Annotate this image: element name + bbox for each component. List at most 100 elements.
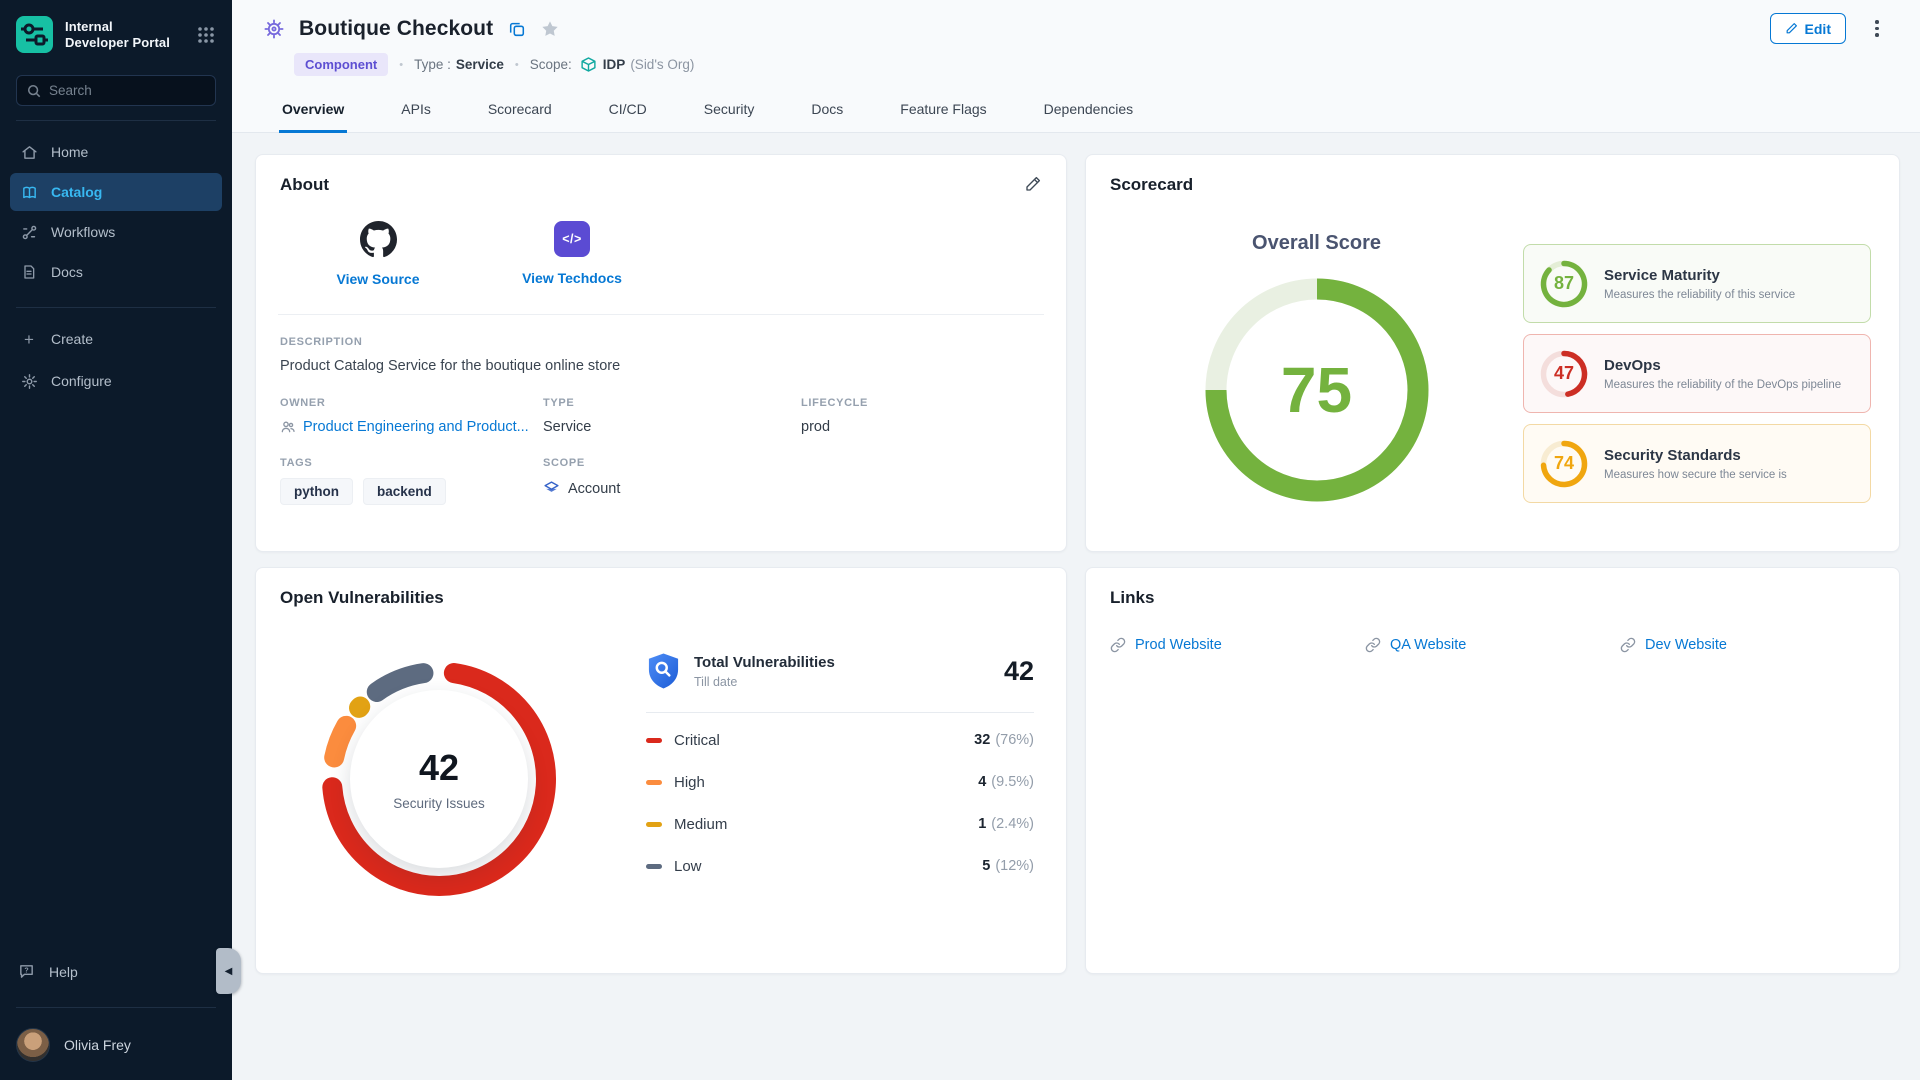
tab-bar: Overview APIs Scorecard CI/CD Security D… bbox=[232, 90, 1920, 133]
scorecard-item-security-standards[interactable]: 74 Security Standards Measures how secur… bbox=[1523, 424, 1871, 503]
vulnerabilities-heading: Open Vulnerabilities bbox=[280, 588, 1042, 608]
tab-cicd[interactable]: CI/CD bbox=[606, 90, 650, 133]
page-title: Boutique Checkout bbox=[299, 17, 493, 41]
view-techdocs-link[interactable]: </> View Techdocs bbox=[508, 221, 636, 287]
sidebar-item-docs[interactable]: Docs bbox=[10, 253, 222, 291]
home-icon bbox=[20, 143, 38, 161]
gear-icon bbox=[20, 372, 38, 390]
search-icon bbox=[27, 84, 41, 98]
avatar bbox=[16, 1028, 50, 1062]
view-source-link[interactable]: View Source bbox=[314, 221, 442, 287]
owner-group-icon bbox=[280, 419, 296, 435]
link-icon bbox=[1620, 637, 1636, 653]
sidebar-divider bbox=[16, 1007, 216, 1008]
star-icon[interactable] bbox=[541, 20, 559, 38]
page-header: Boutique Checkout Edit Component • bbox=[232, 0, 1920, 133]
owner-link[interactable]: Product Engineering and Product... bbox=[303, 419, 529, 435]
sidebar-item-home[interactable]: Home bbox=[10, 133, 222, 171]
owner-label: OWNER bbox=[280, 397, 543, 409]
high-swatch bbox=[646, 780, 662, 785]
vulnerabilities-card: Open Vulnerabilities 42 Security Issues bbox=[255, 567, 1067, 974]
legend-row-medium: Medium 1 (2.4%) bbox=[646, 803, 1034, 845]
devops-gauge: 47 bbox=[1538, 348, 1590, 400]
tab-security[interactable]: Security bbox=[701, 90, 758, 133]
sidebar-bottom: ? Help Olivia Frey bbox=[0, 957, 232, 1062]
search-input[interactable] bbox=[49, 83, 199, 98]
security-issues-label: Security Issues bbox=[393, 796, 485, 811]
help-icon: ? bbox=[18, 963, 36, 981]
till-date-label: Till date bbox=[694, 675, 835, 689]
medium-swatch bbox=[646, 822, 662, 827]
kebab-menu-icon[interactable] bbox=[1868, 16, 1886, 42]
copy-icon[interactable] bbox=[508, 20, 526, 38]
sidebar-item-configure[interactable]: Configure bbox=[10, 362, 222, 400]
critical-swatch bbox=[646, 738, 662, 743]
about-card: About View Source </> View Techdocs bbox=[255, 154, 1067, 552]
scorecard-item-service-maturity[interactable]: 87 Service Maturity Measures the reliabi… bbox=[1523, 244, 1871, 323]
chevron-left-icon: ◀ bbox=[225, 966, 233, 977]
sidebar-item-label: Docs bbox=[51, 264, 83, 280]
sidebar-item-label: Home bbox=[51, 144, 88, 160]
workflows-icon bbox=[20, 223, 38, 241]
tab-feature-flags[interactable]: Feature Flags bbox=[897, 90, 989, 133]
pencil-icon bbox=[1785, 22, 1798, 35]
sidebar-item-workflows[interactable]: Workflows bbox=[10, 213, 222, 251]
github-icon bbox=[360, 221, 397, 258]
tab-apis[interactable]: APIs bbox=[398, 90, 434, 133]
user-name: Olivia Frey bbox=[64, 1037, 131, 1053]
sidebar-item-label: Catalog bbox=[51, 184, 102, 200]
tab-overview[interactable]: Overview bbox=[279, 90, 347, 133]
sidebar-item-create[interactable]: + Create bbox=[10, 320, 222, 358]
scorecard-card: Scorecard Overall Score 75 bbox=[1085, 154, 1900, 552]
overall-score-gauge: 75 bbox=[1201, 274, 1433, 506]
component-gear-icon bbox=[262, 17, 286, 41]
edit-button[interactable]: Edit bbox=[1770, 13, 1846, 44]
description-label: DESCRIPTION bbox=[280, 336, 1042, 348]
security-standards-gauge: 74 bbox=[1538, 438, 1590, 490]
legend-row-high: High 4 (9.5%) bbox=[646, 761, 1034, 803]
overall-score-label: Overall Score bbox=[1252, 232, 1381, 255]
link-icon bbox=[1365, 637, 1381, 653]
link-icon bbox=[1110, 637, 1126, 653]
apps-grid-icon[interactable] bbox=[196, 25, 216, 45]
lifecycle-value: prod bbox=[801, 419, 1042, 435]
entity-meta: Component • Type : Service • Scope: IDP … bbox=[294, 53, 1920, 76]
type-value: Service bbox=[456, 57, 504, 72]
type-field-value: Service bbox=[543, 419, 801, 435]
tag-python[interactable]: python bbox=[280, 478, 353, 505]
tab-scorecard[interactable]: Scorecard bbox=[485, 90, 555, 133]
sidebar-item-catalog[interactable]: Catalog bbox=[10, 173, 222, 211]
link-prod-website[interactable]: Prod Website bbox=[1110, 637, 1365, 653]
main: Boutique Checkout Edit Component • bbox=[232, 0, 1920, 1080]
sidebar-divider bbox=[16, 120, 216, 121]
scope-field-value: Account bbox=[568, 481, 620, 497]
description-value: Product Catalog Service for the boutique… bbox=[280, 358, 1042, 374]
tags-label: TAGS bbox=[280, 457, 543, 469]
low-swatch bbox=[646, 864, 662, 869]
search-box[interactable] bbox=[16, 75, 216, 106]
type-field-label: TYPE bbox=[543, 397, 801, 409]
link-qa-website[interactable]: QA Website bbox=[1365, 637, 1620, 653]
tab-docs[interactable]: Docs bbox=[808, 90, 846, 133]
summary-divider bbox=[646, 712, 1034, 713]
scorecard-item-devops[interactable]: 47 DevOps Measures the reliability of th… bbox=[1523, 334, 1871, 413]
security-issues-count: 42 bbox=[419, 747, 459, 789]
links-heading: Links bbox=[1110, 588, 1875, 608]
sidebar-collapse-handle[interactable]: ◀ bbox=[216, 948, 241, 994]
brand-title: Internal Developer Portal bbox=[65, 19, 196, 51]
user-row[interactable]: Olivia Frey bbox=[0, 1018, 232, 1062]
tab-dependencies[interactable]: Dependencies bbox=[1041, 90, 1137, 133]
overall-score-value: 75 bbox=[1201, 274, 1433, 506]
docs-icon bbox=[20, 263, 38, 281]
tag-backend[interactable]: backend bbox=[363, 478, 446, 505]
service-maturity-gauge: 87 bbox=[1538, 258, 1590, 310]
sidebar-nav: Home Catalog Workflows Docs bbox=[0, 131, 232, 293]
techdocs-icon: </> bbox=[554, 221, 590, 257]
edit-about-icon[interactable] bbox=[1024, 175, 1042, 193]
sidebar-item-help[interactable]: ? Help bbox=[0, 957, 232, 993]
sidebar: Internal Developer Portal bbox=[0, 0, 232, 1080]
vulnerabilities-donut: 42 Security Issues bbox=[320, 660, 558, 898]
link-dev-website[interactable]: Dev Website bbox=[1620, 637, 1875, 653]
scorecard-heading: Scorecard bbox=[1110, 175, 1875, 195]
svg-text:?: ? bbox=[24, 967, 28, 975]
